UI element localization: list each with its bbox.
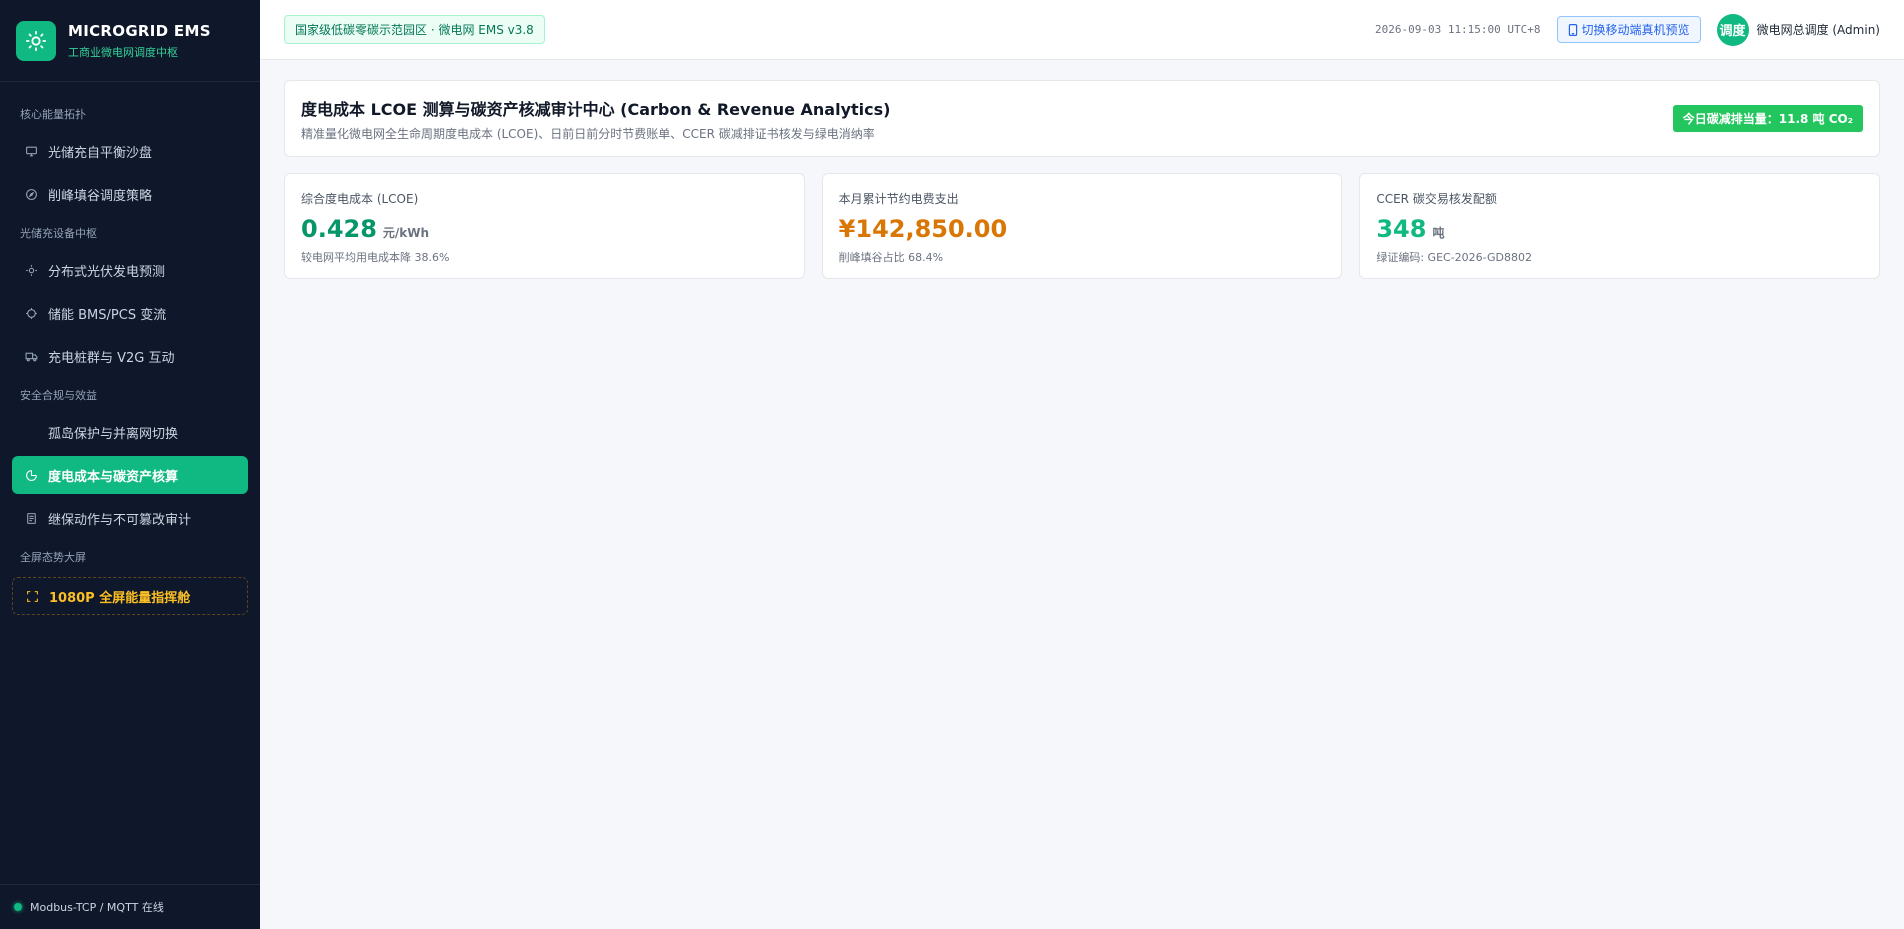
sun-icon — [24, 263, 38, 277]
mobile-preview-button[interactable]: 切换移动端真机预览 — [1556, 16, 1701, 43]
kpi-card-lcoe: 综合度电成本 (LCOE) 0.428 元/kWh 较电网平均用电成本降 38.… — [284, 173, 805, 279]
kpi-note: 较电网平均用电成本降 38.6% — [301, 251, 450, 264]
user-name[interactable]: 微电网总调度 (Admin) — [1757, 21, 1880, 38]
sidebar-item-label: 孤岛保护与并离网切换 — [48, 426, 179, 442]
site-tag: 国家级低碳零碳示范园区 · 微电网 EMS v3.8 — [284, 15, 545, 44]
page-title: 度电成本 LCOE 测算与碳资产核减审计中心 (Carbon & Revenue… — [301, 99, 891, 119]
nav-group-label: 光储充设备中枢 — [20, 227, 97, 240]
kpi-label: 本月累计节约电费支出 — [838, 192, 959, 206]
sidebar-item-label: 光储充自平衡沙盘 — [48, 145, 153, 161]
monitor-icon — [24, 144, 38, 158]
mobile-preview-label: 切换移动端真机预览 — [1581, 23, 1690, 37]
sidebar-item-audit[interactable]: 继保动作与不可篡改审计 — [12, 499, 248, 537]
kpi-card-savings: 本月累计节约电费支出 ¥142,850.00 削峰填谷占比 68.4% — [821, 173, 1343, 279]
kpi-note: 削峰填谷占比 68.4% — [838, 251, 944, 264]
avatar[interactable]: 调度 — [1716, 13, 1749, 46]
header-right: 2026-09-03 11:15:00 UTC+8 切换移动端真机预览 调度 微… — [1374, 13, 1880, 46]
sidebar-item-sandbox[interactable]: 光储充自平衡沙盘 — [12, 132, 248, 170]
sidebar-item-island-protection[interactable]: 孤岛保护与并离网切换 — [12, 413, 248, 451]
kpi-label: CCER 碳交易核发配额 — [1376, 192, 1497, 206]
top-header: 国家级低碳零碳示范园区 · 微电网 EMS v3.8 2026-09-03 11… — [260, 0, 1904, 60]
sidebar-item-label: 继保动作与不可篡改审计 — [48, 512, 192, 528]
sidebar-item-label: 削峰填谷调度策略 — [48, 188, 153, 204]
sidebar: MICROGRID EMS 工商业微电网调度中枢 核心能量拓扑 光储充自平衡沙盘… — [0, 0, 260, 929]
kpi-value: 348 — [1376, 215, 1427, 243]
kpi-value: ¥142,850.00 — [838, 215, 1008, 243]
sidebar-item-label: 分布式光伏发电预测 — [48, 264, 166, 280]
kpi-note: 绿证编码: GEC-2026-GD8802 — [1376, 251, 1533, 264]
fullscreen-icon — [25, 589, 39, 603]
brand-subtitle: 工商业微电网调度中枢 — [68, 45, 178, 59]
timestamp: 2026-09-03 11:15:00 UTC+8 — [1374, 23, 1541, 36]
nav-group-label: 核心能量拓扑 — [20, 108, 86, 121]
brand-title: MICROGRID EMS — [68, 21, 211, 40]
compass-icon — [24, 187, 38, 201]
connection-status-text: Modbus-TCP / MQTT 在线 — [30, 901, 164, 914]
phone-icon — [1568, 23, 1578, 36]
kpi-row: 综合度电成本 (LCOE) 0.428 元/kWh 较电网平均用电成本降 38.… — [284, 173, 1881, 279]
page-subtitle: 精准量化微电网全生命周期度电成本 (LCOE)、日前日前分时节费账单、CCER … — [301, 126, 875, 141]
sidebar-item-v2g[interactable]: 充电桩群与 V2G 互动 — [12, 337, 248, 375]
kpi-unit: 元/kWh — [382, 226, 430, 240]
sidebar-nav: 核心能量拓扑 光储充自平衡沙盘 削峰填谷调度策略 光储充设备中枢 分布式光伏发电… — [0, 82, 260, 615]
main-content: 度电成本 LCOE 测算与碳资产核减审计中心 (Carbon & Revenue… — [284, 80, 1881, 279]
kpi-card-ccer: CCER 碳交易核发配额 348 吨 绿证编码: GEC-2026-GD8802 — [1359, 173, 1881, 279]
sidebar-item-pv-forecast[interactable]: 分布式光伏发电预测 — [12, 251, 248, 289]
sidebar-item-peak-shaving[interactable]: 削峰填谷调度策略 — [12, 175, 248, 213]
sidebar-item-bms-pcs[interactable]: 储能 BMS/PCS 变流 — [12, 294, 248, 332]
carbon-reduction-badge: 今日碳减排当量：11.8 吨 CO₂ — [1672, 105, 1863, 132]
sidebar-item-fullscreen-cockpit[interactable]: 1080P 全屏能量指挥舱 — [12, 577, 248, 615]
connection-status: Modbus-TCP / MQTT 在线 — [0, 884, 260, 929]
pie-chart-icon — [24, 468, 38, 482]
blank-icon — [24, 425, 38, 439]
sidebar-item-label: 充电桩群与 V2G 互动 — [48, 350, 175, 366]
page-title-card: 度电成本 LCOE 测算与碳资产核减审计中心 (Carbon & Revenue… — [284, 80, 1880, 157]
sun-icon — [16, 20, 56, 61]
sidebar-item-label: 储能 BMS/PCS 变流 — [48, 307, 167, 323]
kpi-unit: 吨 — [1432, 226, 1445, 240]
truck-icon — [24, 349, 38, 363]
kpi-label: 综合度电成本 (LCOE) — [301, 192, 419, 206]
sidebar-item-label: 度电成本与碳资产核算 — [48, 469, 179, 485]
nav-group-label: 安全合规与效益 — [20, 389, 97, 402]
brand: MICROGRID EMS 工商业微电网调度中枢 — [0, 0, 260, 82]
chip-icon — [24, 306, 38, 320]
sidebar-item-lcoe-carbon[interactable]: 度电成本与碳资产核算 — [12, 456, 248, 494]
document-icon — [24, 511, 38, 525]
online-status-icon — [14, 903, 22, 911]
kpi-value: 0.428 — [301, 215, 377, 243]
nav-group-label: 全屏态势大屏 — [20, 551, 86, 564]
sidebar-item-label: 1080P 全屏能量指挥舱 — [49, 590, 191, 606]
